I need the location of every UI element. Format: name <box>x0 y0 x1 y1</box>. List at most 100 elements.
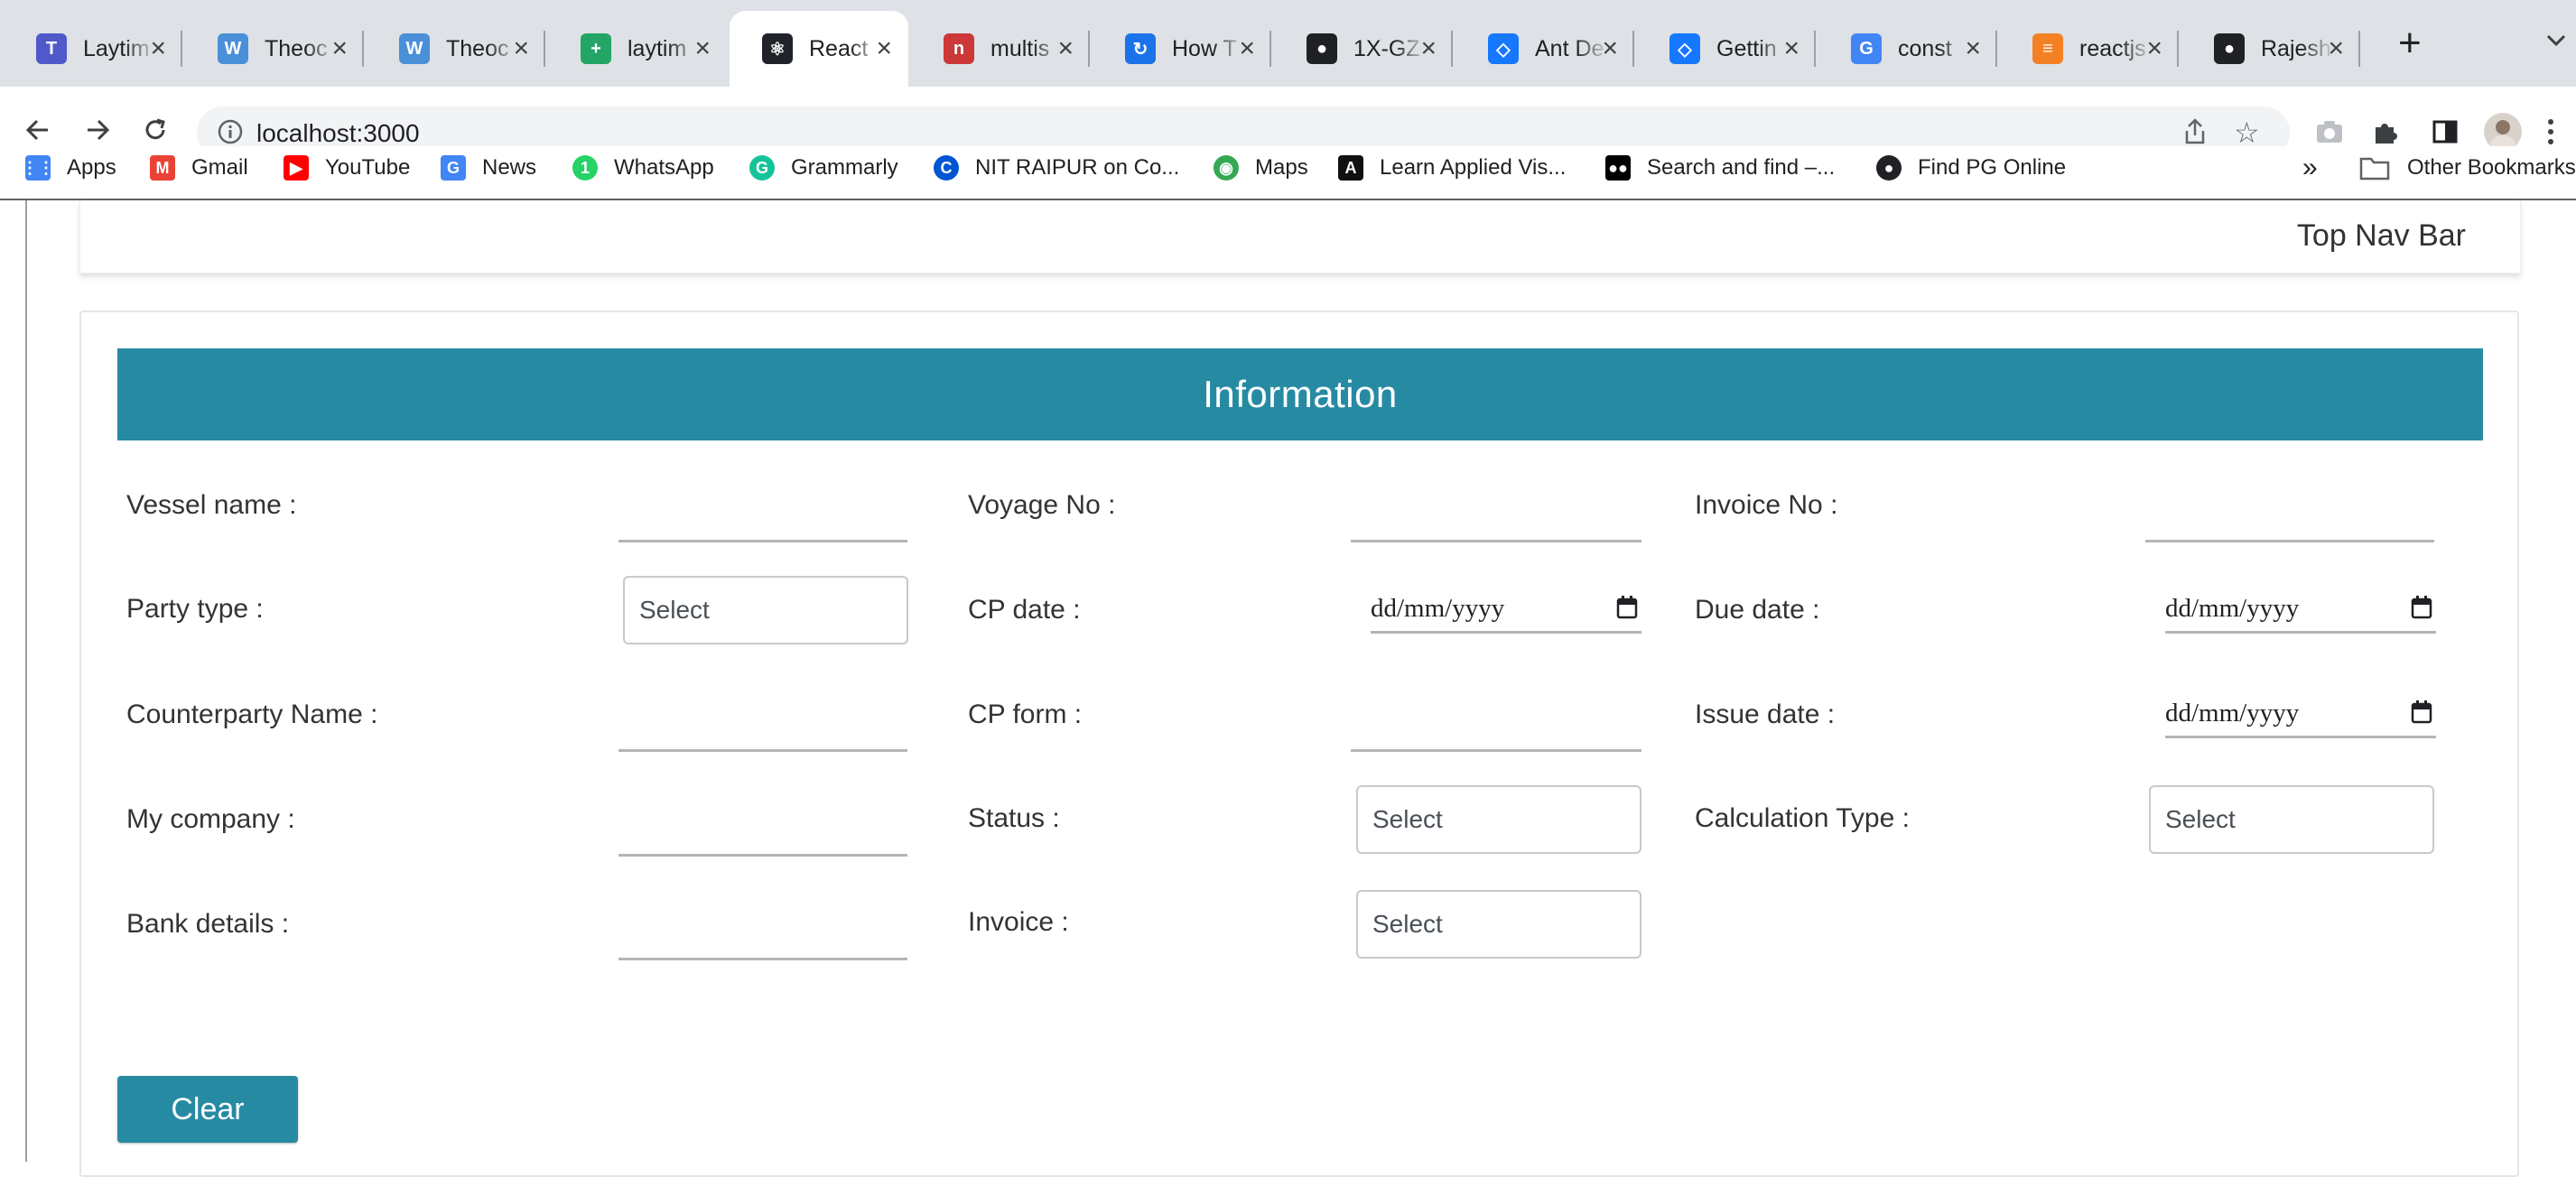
tab-separator <box>1269 31 1271 67</box>
tab-close-icon[interactable]: × <box>150 31 166 67</box>
invoice-no-input[interactable] <box>2145 498 2434 542</box>
new-tab-button[interactable]: + <box>2398 18 2422 69</box>
cp-date-label: CP date : <box>968 595 1081 625</box>
tab-close-icon[interactable]: × <box>513 31 529 67</box>
invoice-no-label: Invoice No : <box>1695 490 1838 520</box>
maps-icon: ◉ <box>1214 155 1239 181</box>
bookmark-label: Maps <box>1255 155 1308 180</box>
calculation-type-select[interactable]: Select <box>2149 785 2434 854</box>
tab-close-icon[interactable]: × <box>1965 31 1981 67</box>
tab-separator <box>1088 31 1090 67</box>
grammarly-icon: G <box>749 155 775 181</box>
status-label: Status : <box>968 803 1060 833</box>
tab-title: React <box>809 35 869 61</box>
tab-close-icon[interactable]: × <box>1420 31 1437 67</box>
bookmark-label: NIT RAIPUR on Co... <box>975 155 1180 180</box>
bookmark-item[interactable]: G Grammarly <box>749 146 898 190</box>
cp-form-label: CP form : <box>968 700 1083 729</box>
cp-date-placeholder: dd/mm/yyyy <box>1371 594 1505 623</box>
party-type-select[interactable]: Select <box>623 576 908 644</box>
tab-close-icon[interactable]: × <box>876 31 892 67</box>
bookmark-label: Find PG Online <box>1918 155 2067 180</box>
voyage-no-label: Voyage No : <box>968 490 1116 520</box>
bookmark-item[interactable]: ⋮⋮ Apps <box>22 146 116 190</box>
tab-separator <box>1814 31 1816 67</box>
browser-tab[interactable]: ≡ reactjs × <box>2000 11 2179 87</box>
browser-tab[interactable]: W Theoc × <box>367 11 545 87</box>
bookmark-item[interactable]: C NIT RAIPUR on Co... <box>934 146 1179 190</box>
cp-date-input[interactable]: dd/mm/yyyy <box>1371 587 1641 634</box>
tab-close-icon[interactable]: × <box>1239 31 1255 67</box>
tab-close-icon[interactable]: × <box>1057 31 1074 67</box>
bookmark-item[interactable]: ◉ Maps <box>1214 146 1308 190</box>
bookmark-star-icon[interactable]: ☆ <box>2234 116 2260 150</box>
google-news-icon: G <box>441 155 466 181</box>
invoice-select[interactable]: Select <box>1356 890 1641 959</box>
bookmarks-overflow-button[interactable]: » <box>2302 146 2318 190</box>
calendar-icon[interactable] <box>2411 700 2432 731</box>
tab-separator <box>1995 31 1997 67</box>
npm-icon: n <box>944 33 974 64</box>
tab-close-icon[interactable]: × <box>2146 31 2162 67</box>
clear-button[interactable]: Clear <box>117 1076 298 1143</box>
bookmark-item[interactable]: M Gmail <box>150 146 248 190</box>
medium-icon: ●● <box>1605 155 1631 181</box>
site-info-icon[interactable] <box>217 118 244 150</box>
browser-tab[interactable]: ⚛ React × <box>730 11 908 87</box>
browser-tab[interactable]: ● Rajesh × <box>2181 11 2360 87</box>
browser-tab[interactable]: ● 1X-GZ × <box>1274 11 1453 87</box>
tab-separator <box>544 31 545 67</box>
browser-tab[interactable]: ◇ Gettin × <box>1637 11 1816 87</box>
due-date-input[interactable]: dd/mm/yyyy <box>2165 587 2436 634</box>
bookmark-item[interactable]: ● Find PG Online <box>1876 146 2066 190</box>
voyage-no-input[interactable] <box>1351 498 1641 542</box>
bookmark-item[interactable]: ●● Search and find –... <box>1605 146 1835 190</box>
tab-title: reactjs <box>2079 35 2146 61</box>
calendar-icon[interactable] <box>2411 596 2432 626</box>
issue-date-input[interactable]: dd/mm/yyyy <box>2165 691 2436 738</box>
tab-title: Gettin <box>1716 35 1777 61</box>
globe-icon: ● <box>1876 155 1902 181</box>
url-text[interactable]: localhost:3000 <box>256 119 420 148</box>
counterparty-name-input[interactable] <box>618 708 907 752</box>
tab-title: laytim <box>628 35 687 61</box>
bookmark-label: News <box>482 155 537 180</box>
bookmark-item[interactable]: ▶ YouTube <box>284 146 410 190</box>
tab-close-icon[interactable]: × <box>331 31 348 67</box>
bookmark-label: WhatsApp <box>614 155 714 180</box>
top-nav-bar: Top Nav Bar <box>79 200 2521 273</box>
browser-tab[interactable]: W Theoc × <box>185 11 364 87</box>
bookmark-item[interactable]: 1 WhatsApp <box>572 146 714 190</box>
bookmark-item[interactable]: G News <box>441 146 536 190</box>
bank-details-input[interactable] <box>618 916 907 960</box>
cp-form-input[interactable] <box>1351 708 1641 752</box>
information-title: Information <box>1203 373 1398 415</box>
status-select-value: Select <box>1372 805 1443 833</box>
bookmark-label: Learn Applied Vis... <box>1380 155 1567 180</box>
vessel-name-input[interactable] <box>618 498 907 542</box>
top-nav-title: Top Nav Bar <box>2296 218 2466 253</box>
browser-tab[interactable]: n multis × <box>911 11 1090 87</box>
coursera-icon: C <box>934 155 959 181</box>
my-company-input[interactable] <box>618 812 907 857</box>
browser-tab[interactable]: ◇ Ant De × <box>1455 11 1634 87</box>
tab-close-icon[interactable]: × <box>1783 31 1799 67</box>
browser-tab[interactable]: Gconst × <box>1818 11 1997 87</box>
calculation-type-select-value: Select <box>2165 805 2236 833</box>
other-bookmarks-folder[interactable]: Other Bookmarks <box>2358 146 2576 190</box>
browser-tab[interactable]: T Laytim × <box>4 11 182 87</box>
bookmark-item[interactable]: A Learn Applied Vis... <box>1338 146 1566 190</box>
tab-separator <box>2177 31 2179 67</box>
theoc-icon: W <box>399 33 430 64</box>
bookmark-label: Grammarly <box>791 155 898 180</box>
tab-search-chevron-icon[interactable] <box>2546 25 2566 53</box>
browser-tab[interactable]: + laytim × <box>548 11 727 87</box>
tab-close-icon[interactable]: × <box>694 31 711 67</box>
tab-close-icon[interactable]: × <box>2328 31 2344 67</box>
status-select[interactable]: Select <box>1356 785 1641 854</box>
tab-close-icon[interactable]: × <box>1602 31 1618 67</box>
folder-icon <box>2358 155 2391 181</box>
due-date-label: Due date : <box>1695 595 1820 625</box>
browser-tab[interactable]: ↻ How T × <box>1093 11 1271 87</box>
calendar-icon[interactable] <box>1616 596 1638 626</box>
